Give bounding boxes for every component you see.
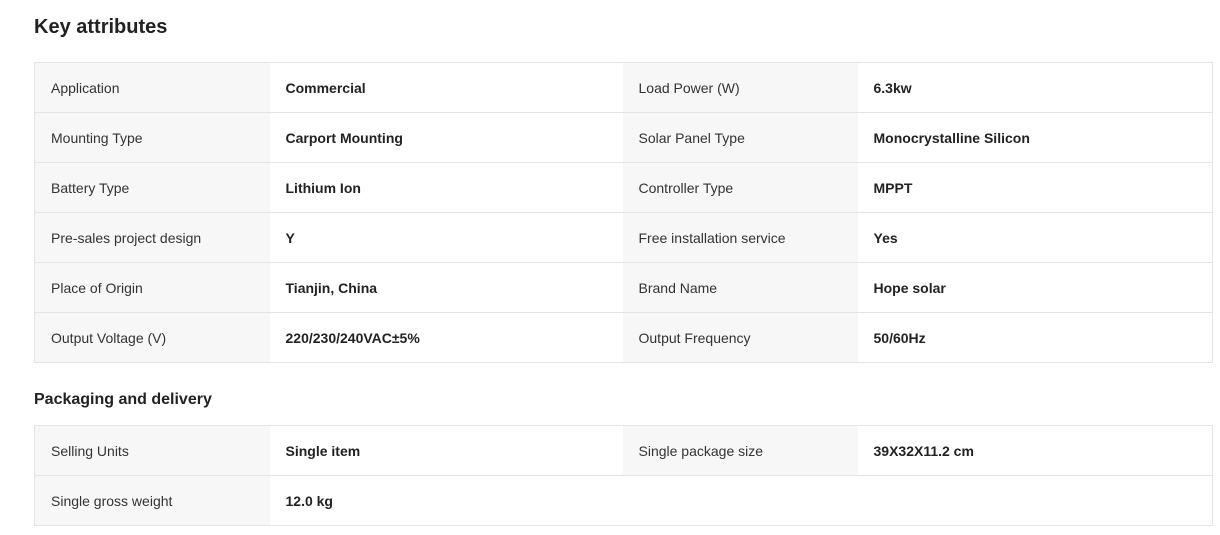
attribute-label: Single package size xyxy=(622,425,858,476)
attribute-label: Solar Panel Type xyxy=(622,112,858,163)
attribute-value: Commercial xyxy=(269,62,623,113)
attribute-value: 6.3kw xyxy=(857,62,1213,113)
attribute-value: MPPT xyxy=(857,162,1213,213)
empty-cell xyxy=(622,475,858,526)
table-row: Pre-sales project design Y Free installa… xyxy=(34,212,1213,263)
table-row: Battery Type Lithium Ion Controller Type… xyxy=(34,162,1213,213)
attribute-label: Mounting Type xyxy=(34,112,270,163)
packaging-table: Selling Units Single item Single package… xyxy=(34,425,1213,526)
table-row: Place of Origin Tianjin, China Brand Nam… xyxy=(34,262,1213,313)
attribute-label: Pre-sales project design xyxy=(34,212,270,263)
attribute-label: Battery Type xyxy=(34,162,270,213)
attribute-value: Hope solar xyxy=(857,262,1213,313)
attribute-label: Controller Type xyxy=(622,162,858,213)
attribute-value: 39X32X11.2 cm xyxy=(857,425,1213,476)
table-row: Single gross weight 12.0 kg xyxy=(34,475,1213,526)
attribute-value: 50/60Hz xyxy=(857,312,1213,363)
table-row: Application Commercial Load Power (W) 6.… xyxy=(34,62,1213,113)
attribute-value: Monocrystalline Silicon xyxy=(857,112,1213,163)
attribute-label: Output Voltage (V) xyxy=(34,312,270,363)
table-row: Mounting Type Carport Mounting Solar Pan… xyxy=(34,112,1213,163)
attribute-value: Tianjin, China xyxy=(269,262,623,313)
attribute-label: Brand Name xyxy=(622,262,858,313)
key-attributes-heading: Key attributes xyxy=(34,16,168,38)
attribute-label: Output Frequency xyxy=(622,312,858,363)
attribute-label: Place of Origin xyxy=(34,262,270,313)
packaging-heading: Packaging and delivery xyxy=(34,391,212,408)
table-row: Selling Units Single item Single package… xyxy=(34,425,1213,476)
attribute-label: Application xyxy=(34,62,270,113)
attribute-value: Y xyxy=(269,212,623,263)
attribute-label: Free installation service xyxy=(622,212,858,263)
table-row: Output Voltage (V) 220/230/240VAC±5% Out… xyxy=(34,312,1213,363)
key-attributes-table: Application Commercial Load Power (W) 6.… xyxy=(34,62,1213,363)
attribute-label: Single gross weight xyxy=(34,475,270,526)
attribute-value: Lithium Ion xyxy=(269,162,623,213)
attribute-value: Yes xyxy=(857,212,1213,263)
attribute-label: Load Power (W) xyxy=(622,62,858,113)
attribute-value: 220/230/240VAC±5% xyxy=(269,312,623,363)
attribute-value: Carport Mounting xyxy=(269,112,623,163)
attribute-value: 12.0 kg xyxy=(269,475,623,526)
attribute-value: Single item xyxy=(269,425,623,476)
empty-cell xyxy=(857,475,1213,526)
attribute-label: Selling Units xyxy=(34,425,270,476)
